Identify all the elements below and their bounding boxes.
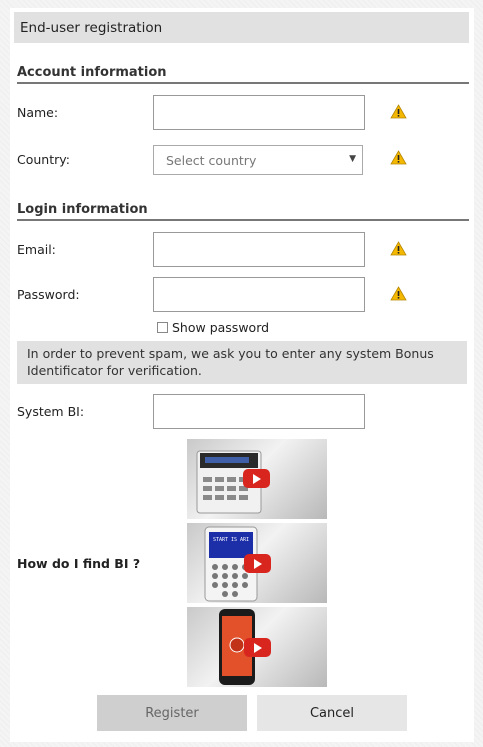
login-section-title: Login information (17, 202, 469, 221)
show-password-checkbox[interactable] (157, 322, 168, 333)
password-warning-icon (390, 286, 407, 301)
password-field[interactable] (153, 277, 365, 312)
show-password-toggle[interactable]: Show password (157, 320, 269, 335)
registration-panel: End-user registration Account informatio… (10, 8, 474, 742)
play-button-icon[interactable] (244, 638, 271, 657)
email-warning-icon (390, 241, 407, 256)
keypad-screen-text: START IS ARI (212, 537, 250, 543)
account-section-title: Account information (17, 65, 469, 84)
country-select-value: Select country (166, 152, 257, 168)
country-label: Country: (17, 152, 70, 167)
country-warning-icon (390, 150, 407, 165)
spam-notice: In order to prevent spam, we ask you to … (17, 341, 467, 384)
country-select[interactable]: Select country ▼ (153, 145, 363, 175)
page-title-text: End-user registration (20, 19, 163, 36)
play-button-icon[interactable] (243, 469, 270, 488)
system-bi-field[interactable] (153, 394, 365, 429)
email-label: Email: (17, 242, 56, 257)
name-warning-icon (390, 104, 407, 119)
name-label: Name: (17, 105, 59, 120)
play-button-icon[interactable] (244, 554, 271, 573)
chevron-down-icon: ▼ (349, 154, 356, 164)
keypad-blue-screen-video-thumbnail[interactable]: START IS ARI (187, 523, 327, 603)
keypad-lcd-video-thumbnail[interactable] (187, 439, 327, 519)
page-title: End-user registration (14, 12, 469, 43)
find-bi-help-label: How do I find BI ? (17, 556, 141, 571)
password-label: Password: (17, 287, 80, 302)
name-field[interactable] (153, 95, 365, 130)
smartphone-app-video-thumbnail[interactable] (187, 607, 327, 687)
system-bi-label: System BI: (17, 404, 85, 419)
register-button[interactable]: Register (97, 695, 247, 731)
cancel-button[interactable]: Cancel (257, 695, 407, 731)
email-field[interactable] (153, 232, 365, 267)
show-password-label: Show password (172, 320, 270, 335)
